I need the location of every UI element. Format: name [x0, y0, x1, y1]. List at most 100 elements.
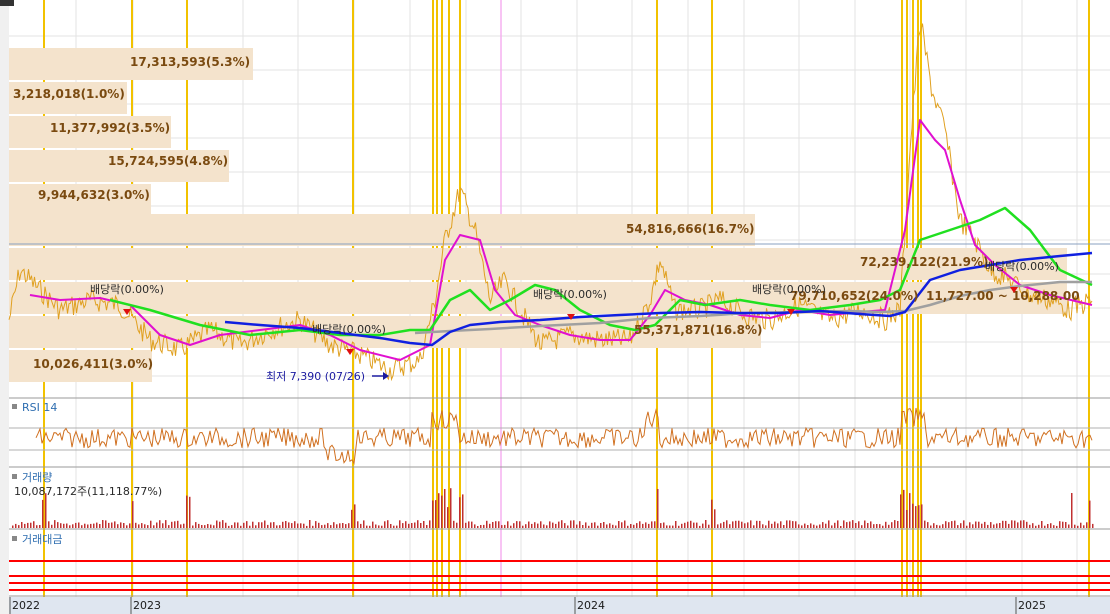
volume-bar [753, 525, 755, 528]
volume-bar [609, 523, 611, 528]
volume-bar [234, 522, 236, 528]
volume-bar [216, 520, 218, 528]
volume-bar [786, 520, 788, 528]
volume-bar [342, 523, 344, 528]
volume-bar [699, 525, 701, 528]
volume-bar [474, 524, 476, 528]
volume-bar [96, 522, 98, 528]
volume-bar [525, 524, 527, 528]
volume-bar [39, 525, 41, 528]
volume-bar [465, 522, 467, 528]
volume-bar [453, 520, 455, 528]
volume-bar [285, 521, 287, 528]
volume-bar [558, 521, 560, 528]
volume-bar [675, 521, 677, 528]
volume-bar [894, 520, 896, 528]
volume-bar [435, 500, 437, 528]
volume-bar [405, 521, 407, 528]
volume-bar [63, 523, 65, 528]
volume-bar [669, 525, 671, 528]
volume-bar [228, 525, 230, 528]
volume-square-icon [12, 474, 17, 479]
volume-bar [1035, 525, 1037, 528]
volume-bar [867, 523, 869, 528]
volume-bar [489, 523, 491, 528]
volume-bar [399, 520, 401, 528]
volume-bar [366, 525, 368, 528]
volume-bar [375, 524, 377, 528]
volume-bar [165, 520, 167, 528]
volume-bar [309, 520, 311, 528]
volume-bar [303, 523, 305, 528]
volume-bar [297, 523, 299, 528]
volume-bar [108, 522, 110, 528]
volume-bar [567, 525, 569, 528]
volume-bar [873, 524, 875, 528]
volume-bar [249, 525, 251, 528]
volume-bar [33, 521, 35, 528]
volume-bar [201, 525, 203, 528]
volume-bar [975, 521, 977, 528]
volume-bar [111, 522, 113, 528]
volume-bar [603, 522, 605, 528]
volume-bar [801, 525, 803, 528]
volume-bar [903, 489, 905, 528]
volume-bar [102, 520, 104, 528]
range-label: 11,727.00 ~ 10,288.00 [926, 289, 1080, 303]
volume-bar [762, 524, 764, 528]
volume-bar [729, 524, 731, 528]
volume-bar [18, 525, 20, 528]
volume-bar [393, 525, 395, 528]
volume-bar [390, 524, 392, 528]
volume-bar [888, 524, 890, 528]
volume-bar [381, 525, 383, 528]
volume-bar [684, 522, 686, 528]
volume-bar [426, 525, 428, 528]
volume-bar [618, 521, 620, 528]
volume-bar [849, 521, 851, 528]
volume-bar [153, 525, 155, 528]
volume-bar [561, 520, 563, 528]
volume-bar [360, 523, 362, 528]
volume-bar [714, 509, 716, 528]
volume-bar [261, 522, 263, 528]
profile-label: 10,026,411(3.0%) [33, 357, 153, 371]
volume-bar [726, 520, 728, 528]
volume-bar [69, 525, 71, 528]
volume-bar [372, 521, 374, 528]
volume-bar [42, 499, 44, 528]
volume-bar [114, 521, 116, 528]
volume-bar [1068, 524, 1070, 528]
volume-bar [945, 521, 947, 528]
volume-bar [480, 525, 482, 528]
volume-bar [471, 521, 473, 528]
volume-bar [636, 523, 638, 528]
volume-bar [768, 520, 770, 528]
volume-bar [948, 522, 950, 528]
volume-bar [195, 522, 197, 528]
volume-bar [921, 504, 923, 528]
volume-bar [258, 522, 260, 528]
volume-bar [438, 493, 440, 528]
volume-bar [336, 524, 338, 528]
volume-bar [132, 501, 134, 528]
volume-bar [960, 523, 962, 528]
volume-bar [291, 523, 293, 528]
volume-bar [456, 522, 458, 528]
amount-square-icon [12, 536, 17, 541]
volume-bar [36, 525, 38, 528]
volume-bar [219, 521, 221, 528]
volume-bar [408, 523, 410, 528]
volume-bar [1086, 522, 1088, 528]
volume-bar [516, 521, 518, 528]
volume-bar [534, 522, 536, 528]
volume-bar [240, 525, 242, 528]
volume-bar [942, 524, 944, 528]
volume-bar [477, 526, 479, 528]
volume-bar [417, 520, 419, 528]
profile-label: 55,371,871(16.8%) [634, 323, 763, 337]
volume-bar [462, 494, 464, 528]
volume-bar [1014, 520, 1016, 528]
volume-bar [579, 521, 581, 528]
volume-bar [138, 524, 140, 528]
